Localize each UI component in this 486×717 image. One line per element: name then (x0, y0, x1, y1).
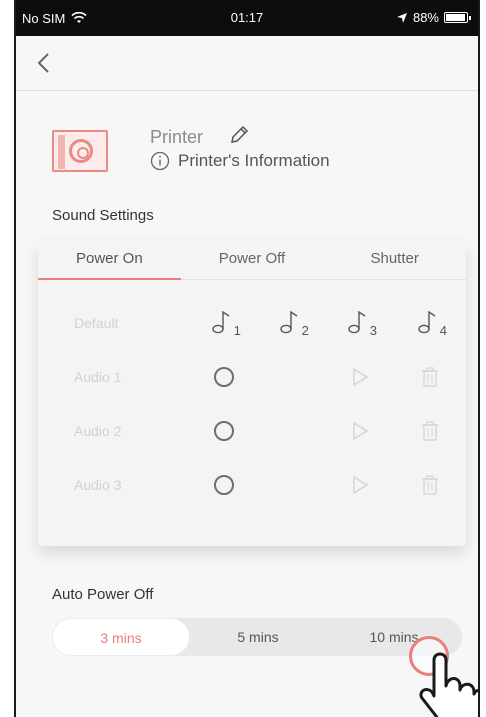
row-label-audio-2: Audio 2 (74, 423, 122, 439)
music-note-icon (418, 310, 436, 334)
audio-2-radio[interactable] (213, 421, 234, 441)
row-label-default: Default (74, 315, 119, 331)
tone-number: 2 (301, 323, 309, 338)
music-note-icon (348, 310, 366, 334)
row-label-audio-3: Audio 3 (74, 477, 122, 493)
radio-cell (190, 421, 258, 441)
back-button[interactable] (30, 48, 60, 78)
row-label-audio-1: Audio 1 (74, 369, 122, 385)
battery-icon (444, 12, 471, 23)
status-bar: No SIM 01:17 88% (16, 0, 478, 36)
music-note-icon (212, 310, 230, 334)
info-icon (150, 151, 170, 171)
tab-power-on[interactable]: Power On (38, 240, 181, 280)
tone-option-4[interactable]: 4 (416, 309, 448, 338)
play-cell (326, 420, 394, 442)
trash-icon[interactable] (420, 474, 440, 496)
carrier-label: No SIM (22, 10, 66, 26)
nav-divider (16, 90, 478, 91)
audio-1-radio[interactable] (213, 367, 234, 387)
play-cell (326, 366, 394, 388)
tone-cell: 4 (394, 309, 466, 338)
delete-cell (394, 366, 466, 388)
sound-grid: Default 1 2 3 4 Audio 1 Audio 2 Audio 3 (38, 296, 466, 512)
tone-number: 3 (369, 323, 377, 338)
play-cell (326, 474, 394, 496)
pencil-icon[interactable] (228, 124, 250, 146)
sound-tabs: Power On Power Off Shutter (38, 240, 466, 280)
sound-row-audio-3: Audio 3 (38, 458, 466, 512)
status-left: No SIM (22, 11, 87, 26)
option-10-mins[interactable]: 10 mins (326, 618, 462, 656)
play-icon[interactable] (349, 420, 371, 442)
sound-row-audio-2: Audio 2 (38, 404, 466, 458)
tab-power-off[interactable]: Power Off (181, 240, 324, 279)
play-icon[interactable] (349, 474, 371, 496)
battery-percent: 88% (412, 10, 439, 25)
hand-pointer-icon (419, 652, 478, 717)
tone-number: 4 (439, 323, 448, 338)
trash-icon[interactable] (420, 420, 440, 442)
play-icon[interactable] (349, 366, 371, 388)
trash-icon[interactable] (420, 366, 440, 388)
back-chevron-icon (37, 53, 49, 73)
app-screen: No SIM 01:17 88% Printer Printer's Infor… (14, 0, 480, 717)
printer-name: Printer (150, 127, 204, 147)
printer-icon (52, 130, 108, 172)
status-right: 88% (396, 10, 471, 25)
tone-option-3[interactable]: 3 (346, 309, 377, 338)
delete-cell (394, 474, 466, 496)
sound-row-default: Default 1 2 3 4 (38, 296, 466, 350)
radio-cell (190, 367, 258, 387)
printer-information-link[interactable]: Printer's Information (178, 151, 330, 171)
auto-power-off-title: Auto Power Off (52, 586, 154, 603)
delete-cell (394, 420, 466, 442)
sound-settings-card: Power On Power Off Shutter Default 1 2 3… (38, 240, 466, 546)
auto-power-off-selector: 3 mins 5 mins 10 mins (52, 618, 462, 656)
tone-cell: 1 (190, 309, 258, 338)
tab-shutter[interactable]: Shutter (323, 240, 466, 279)
music-note-icon (280, 310, 298, 334)
tone-option-2[interactable]: 2 (278, 309, 309, 338)
tone-number: 1 (233, 323, 241, 338)
tone-cell: 3 (326, 309, 394, 338)
radio-cell (190, 475, 258, 495)
option-3-mins[interactable]: 3 mins (52, 618, 190, 656)
audio-3-radio[interactable] (213, 475, 234, 495)
clock: 01:17 (230, 10, 264, 25)
location-arrow-icon (396, 12, 407, 23)
tone-cell: 2 (258, 309, 326, 338)
sound-settings-title: Sound Settings (52, 207, 154, 224)
sound-row-audio-1: Audio 1 (38, 350, 466, 404)
tone-option-1[interactable]: 1 (210, 309, 241, 338)
option-5-mins[interactable]: 5 mins (190, 618, 326, 656)
wifi-icon (71, 12, 87, 23)
